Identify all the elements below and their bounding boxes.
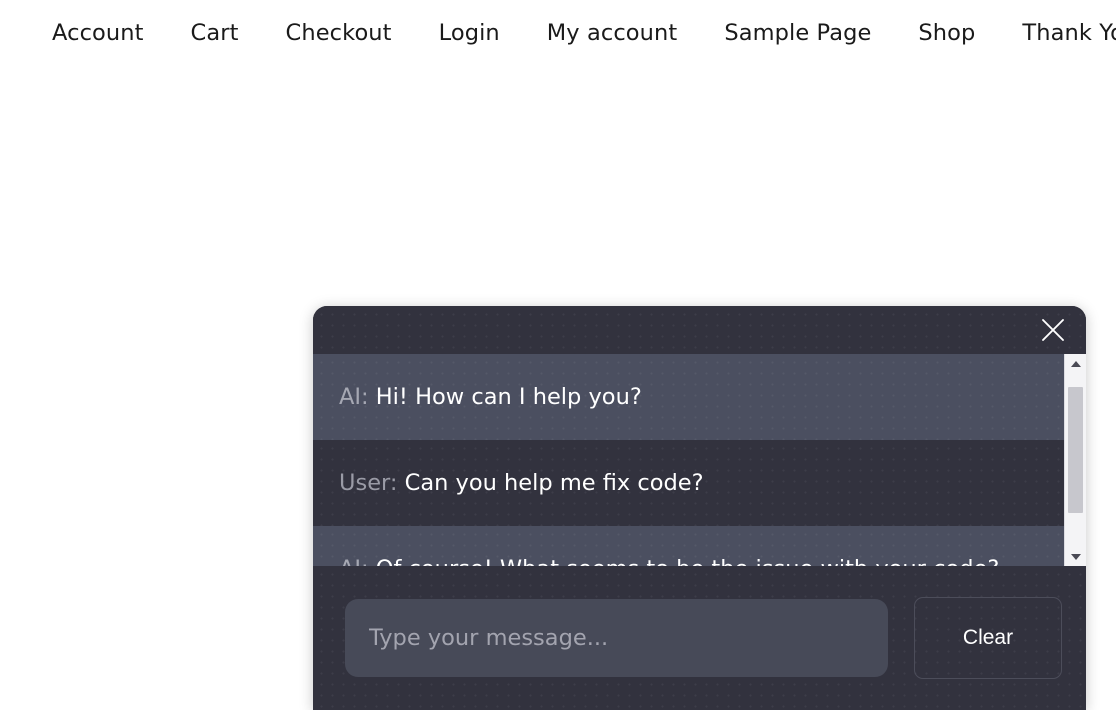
nav-item-checkout[interactable]: Checkout (286, 22, 392, 45)
chat-message-sender: AI: (339, 556, 369, 566)
chat-widget: AI: Hi! How can I help you? User: Can yo… (313, 306, 1086, 710)
chat-composer: Clear (313, 566, 1086, 710)
caret-up-icon[interactable] (1065, 354, 1086, 373)
nav-item-account[interactable]: Account (52, 22, 144, 45)
chat-message-body: Hi! How can I help you? (375, 383, 642, 410)
chat-message-sender: User: (339, 469, 398, 496)
chat-message-body: Can you help me fix code? (404, 469, 704, 496)
chat-message-text: User: Can you help me fix code? (339, 469, 704, 497)
nav-item-my-account[interactable]: My account (547, 22, 678, 45)
chat-message-text: AI: Hi! How can I help you? (339, 383, 642, 411)
nav-item-thank-you[interactable]: Thank You (1022, 22, 1116, 45)
chat-message-text: AI: Of course! What seems to be the issu… (339, 555, 999, 566)
nav-item-cart[interactable]: Cart (191, 22, 239, 45)
nav-item-login[interactable]: Login (439, 22, 500, 45)
close-icon[interactable] (1036, 313, 1070, 347)
chat-scrollbar-thumb[interactable] (1068, 387, 1083, 513)
chat-scrollbar-track[interactable] (1065, 373, 1086, 547)
chat-message-area: AI: Hi! How can I help you? User: Can yo… (313, 354, 1086, 566)
chat-scrollbar[interactable] (1064, 354, 1086, 566)
chat-message-body: Of course! What seems to be the issue wi… (376, 556, 1000, 566)
chat-message-sender: AI: (339, 383, 369, 410)
nav-item-sample-page[interactable]: Sample Page (724, 22, 871, 45)
clear-button[interactable]: Clear (914, 597, 1062, 679)
chat-message-list[interactable]: AI: Hi! How can I help you? User: Can yo… (313, 354, 1064, 566)
message-input[interactable] (345, 599, 888, 677)
chat-message-row: AI: Of course! What seems to be the issu… (313, 526, 1064, 566)
caret-down-icon[interactable] (1065, 547, 1086, 566)
chat-message-row: AI: Hi! How can I help you? (313, 354, 1064, 440)
chat-widget-header (313, 306, 1086, 354)
site-navigation: Account Cart Checkout Login My account S… (0, 0, 1116, 66)
nav-item-shop[interactable]: Shop (918, 22, 975, 45)
chat-message-row: User: Can you help me fix code? (313, 440, 1064, 526)
